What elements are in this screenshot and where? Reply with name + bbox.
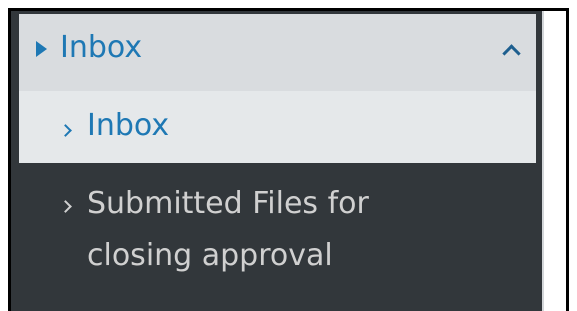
main-content-area: [546, 11, 566, 311]
chevron-right-icon: [59, 124, 72, 137]
chevron-right-icon: [59, 200, 72, 213]
chevron-up-icon[interactable]: [502, 44, 521, 63]
sidebar: Inbox Inbox Submitted Files for closing …: [11, 11, 544, 311]
sidebar-item-inbox[interactable]: Inbox: [19, 91, 536, 163]
sidebar-item-label: Submitted Files for closing approval: [87, 186, 369, 273]
sidebar-item-submitted-files[interactable]: Submitted Files for closing approval: [19, 163, 536, 311]
sidebar-item-label: Inbox: [87, 108, 170, 143]
sidebar-section-label: Inbox: [60, 30, 143, 65]
window-frame: Inbox Inbox Submitted Files for closing …: [8, 8, 569, 311]
sidebar-section-inbox[interactable]: Inbox: [19, 14, 536, 91]
caret-right-icon: [36, 41, 47, 57]
